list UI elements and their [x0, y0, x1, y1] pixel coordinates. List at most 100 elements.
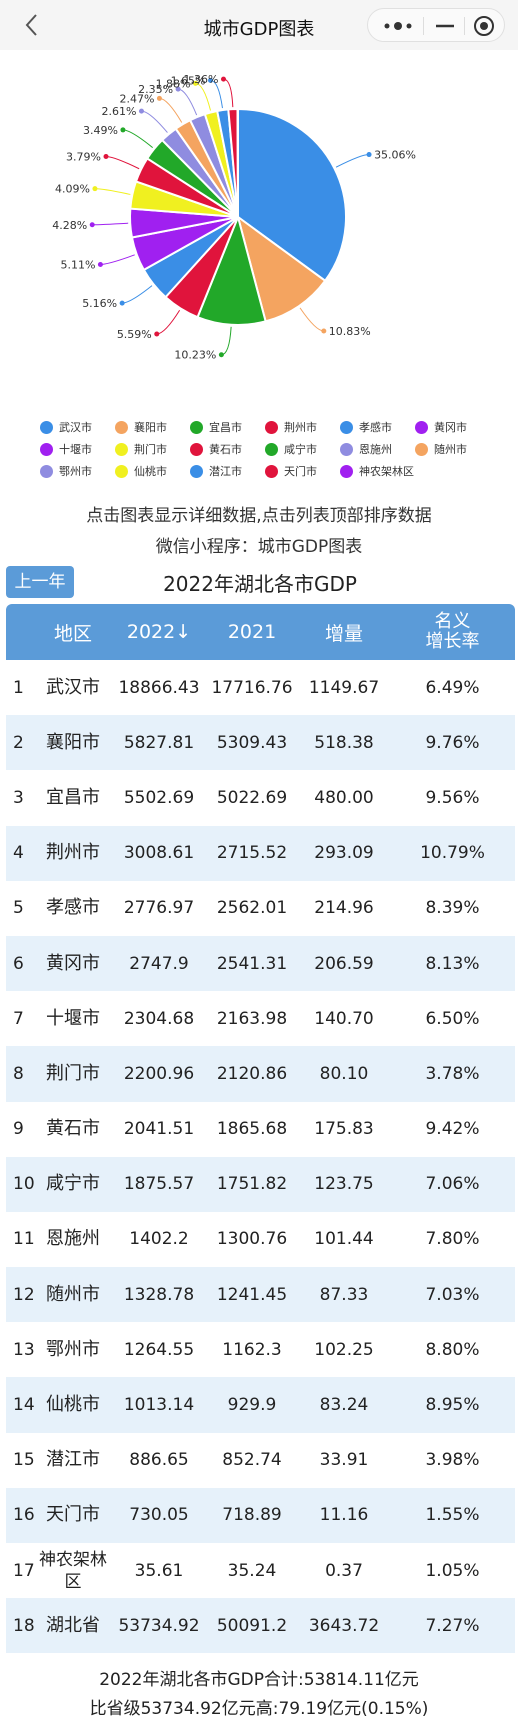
header-region[interactable]: 地区 [34, 604, 112, 660]
row-gdp-2021: 5309.43 [206, 715, 298, 770]
legend-color-dot [340, 443, 353, 456]
row-growth-rate: 8.13% [390, 936, 515, 991]
row-index: 5 [6, 881, 34, 936]
legend-item[interactable]: 荆州市 [265, 416, 340, 438]
row-region: 荆门市 [34, 1046, 112, 1101]
table-row[interactable]: 2襄阳市5827.815309.43518.389.76% [6, 715, 515, 770]
chart-hint-text: 点击图表显示详细数据,点击列表顶部排序数据 [0, 501, 518, 526]
row-increase: 101.44 [298, 1212, 390, 1267]
table-row[interactable]: 3宜昌市5502.695022.69480.009.56% [6, 770, 515, 825]
slice-label-leader-line [224, 79, 233, 107]
header-2021[interactable]: 2021 [206, 604, 298, 660]
slice-percentage-label: 10.23% [174, 349, 216, 362]
legend-color-dot [415, 443, 428, 456]
legend-color-dot [40, 443, 53, 456]
row-increase: 214.96 [298, 881, 390, 936]
table-row[interactable]: 4荆州市3008.612715.52293.0910.79% [6, 826, 515, 881]
table-row[interactable]: 9黄石市2041.511865.68175.839.42% [6, 1102, 515, 1157]
minimize-icon[interactable] [431, 17, 459, 35]
table-row[interactable]: 5孝感市2776.972562.01214.968.39% [6, 881, 515, 936]
total-gdp-text: 2022年湖北各市GDP合计:53814.11亿元 [0, 1665, 518, 1690]
table-row[interactable]: 15潜江市886.65852.7433.913.98% [6, 1433, 515, 1488]
row-growth-rate: 7.80% [390, 1212, 515, 1267]
previous-year-button[interactable]: 上一年 [6, 566, 74, 598]
table-row[interactable]: 6黄冈市2747.92541.31206.598.13% [6, 936, 515, 991]
legend-item[interactable]: 孝感市 [340, 416, 415, 438]
slice-label-leader-line [300, 308, 324, 331]
slice-label-dot [90, 222, 95, 227]
table-row[interactable]: 11恩施州1402.21300.76101.447.80% [6, 1212, 515, 1267]
slice-percentage-label: 35.06% [374, 149, 416, 162]
slice-percentage-label: 5.16% [82, 297, 117, 310]
table-row[interactable]: 12随州市1328.781241.4587.337.03% [6, 1267, 515, 1322]
legend-item[interactable]: 潜江市 [190, 460, 265, 482]
slice-percentage-label: 3.49% [83, 124, 118, 137]
gdp-pie-chart[interactable]: 35.06%10.83%10.23%5.59%5.16%5.11%4.28%4.… [0, 50, 518, 400]
header-growth-rate[interactable]: 名义 增长率 [390, 604, 515, 660]
row-growth-rate: 9.42% [390, 1102, 515, 1157]
slice-label-leader-line [106, 156, 139, 168]
header-growth-line1: 名义 [435, 612, 471, 632]
table-row[interactable]: 18湖北省53734.9250091.23643.727.27% [6, 1598, 515, 1653]
legend-row: 武汉市襄阳市宜昌市荆州市孝感市黄冈市 [40, 416, 500, 438]
legend-item[interactable]: 武汉市 [40, 416, 115, 438]
row-increase: 123.75 [298, 1157, 390, 1212]
row-gdp-2022: 1013.14 [112, 1377, 206, 1432]
table-row[interactable]: 10咸宁市1875.571751.82123.757.06% [6, 1157, 515, 1212]
slice-percentage-label: 3.79% [66, 150, 101, 163]
row-increase: 480.00 [298, 770, 390, 825]
row-index: 17 [6, 1543, 34, 1598]
table-row[interactable]: 13鄂州市1264.551162.3102.258.80% [6, 1322, 515, 1377]
row-growth-rate: 3.98% [390, 1433, 515, 1488]
slice-label-dot [219, 352, 224, 357]
row-region: 仙桃市 [34, 1377, 112, 1432]
row-growth-rate: 6.50% [390, 991, 515, 1046]
legend-item[interactable]: 天门市 [265, 460, 340, 482]
legend-item[interactable]: 十堰市 [40, 438, 115, 460]
legend-item[interactable]: 黄石市 [190, 438, 265, 460]
row-region: 神农架林区 [34, 1543, 112, 1598]
row-gdp-2021: 718.89 [206, 1488, 298, 1543]
close-target-icon[interactable] [472, 15, 496, 37]
header-2022[interactable]: 2022↓ [112, 604, 206, 660]
row-region: 黄冈市 [34, 936, 112, 991]
table-row[interactable]: 16天门市730.05718.8911.161.55% [6, 1488, 515, 1543]
row-index: 3 [6, 770, 34, 825]
row-index: 7 [6, 991, 34, 1046]
legend-label: 潜江市 [209, 463, 242, 479]
table-row[interactable]: 1武汉市18866.4317716.761149.676.49% [6, 660, 515, 715]
legend-item[interactable]: 襄阳市 [115, 416, 190, 438]
row-growth-rate: 3.78% [390, 1046, 515, 1101]
legend-item[interactable]: 黄冈市 [415, 416, 490, 438]
legend-color-dot [115, 421, 128, 434]
legend-item[interactable]: 神农架林区 [340, 460, 415, 482]
legend-item[interactable]: 恩施州 [340, 438, 415, 460]
legend-item[interactable]: 随州市 [415, 438, 490, 460]
slice-label-dot [139, 109, 144, 114]
table-row[interactable]: 8荆门市2200.962120.8680.103.78% [6, 1046, 515, 1101]
legend-item[interactable]: 鄂州市 [40, 460, 115, 482]
row-increase: 518.38 [298, 715, 390, 770]
legend-color-dot [190, 465, 203, 478]
row-gdp-2021: 929.9 [206, 1377, 298, 1432]
row-gdp-2021: 1751.82 [206, 1157, 298, 1212]
table-row[interactable]: 17神农架林区35.6135.240.371.05% [6, 1543, 515, 1598]
table-row[interactable]: 14仙桃市1013.14929.983.248.95% [6, 1377, 515, 1432]
row-gdp-2022: 18866.43 [112, 660, 206, 715]
row-gdp-2021: 17716.76 [206, 660, 298, 715]
slice-label-dot [120, 127, 125, 132]
row-growth-rate: 8.95% [390, 1377, 515, 1432]
slice-label-leader-line [196, 83, 211, 110]
more-menu-icon[interactable] [378, 17, 418, 35]
legend-item[interactable]: 仙桃市 [115, 460, 190, 482]
table-row[interactable]: 7十堰市2304.682163.98140.706.50% [6, 991, 515, 1046]
legend-item[interactable]: 咸宁市 [265, 438, 340, 460]
slice-label-leader-line [221, 327, 231, 355]
slice-label-leader-line [100, 255, 134, 265]
legend-item[interactable]: 荆门市 [115, 438, 190, 460]
legend-label: 仙桃市 [134, 463, 167, 479]
legend-item[interactable]: 宜昌市 [190, 416, 265, 438]
slice-percentage-label: 5.11% [60, 258, 95, 271]
header-increase[interactable]: 增量 [298, 604, 390, 660]
slice-percentage-label: 4.28% [52, 219, 87, 232]
